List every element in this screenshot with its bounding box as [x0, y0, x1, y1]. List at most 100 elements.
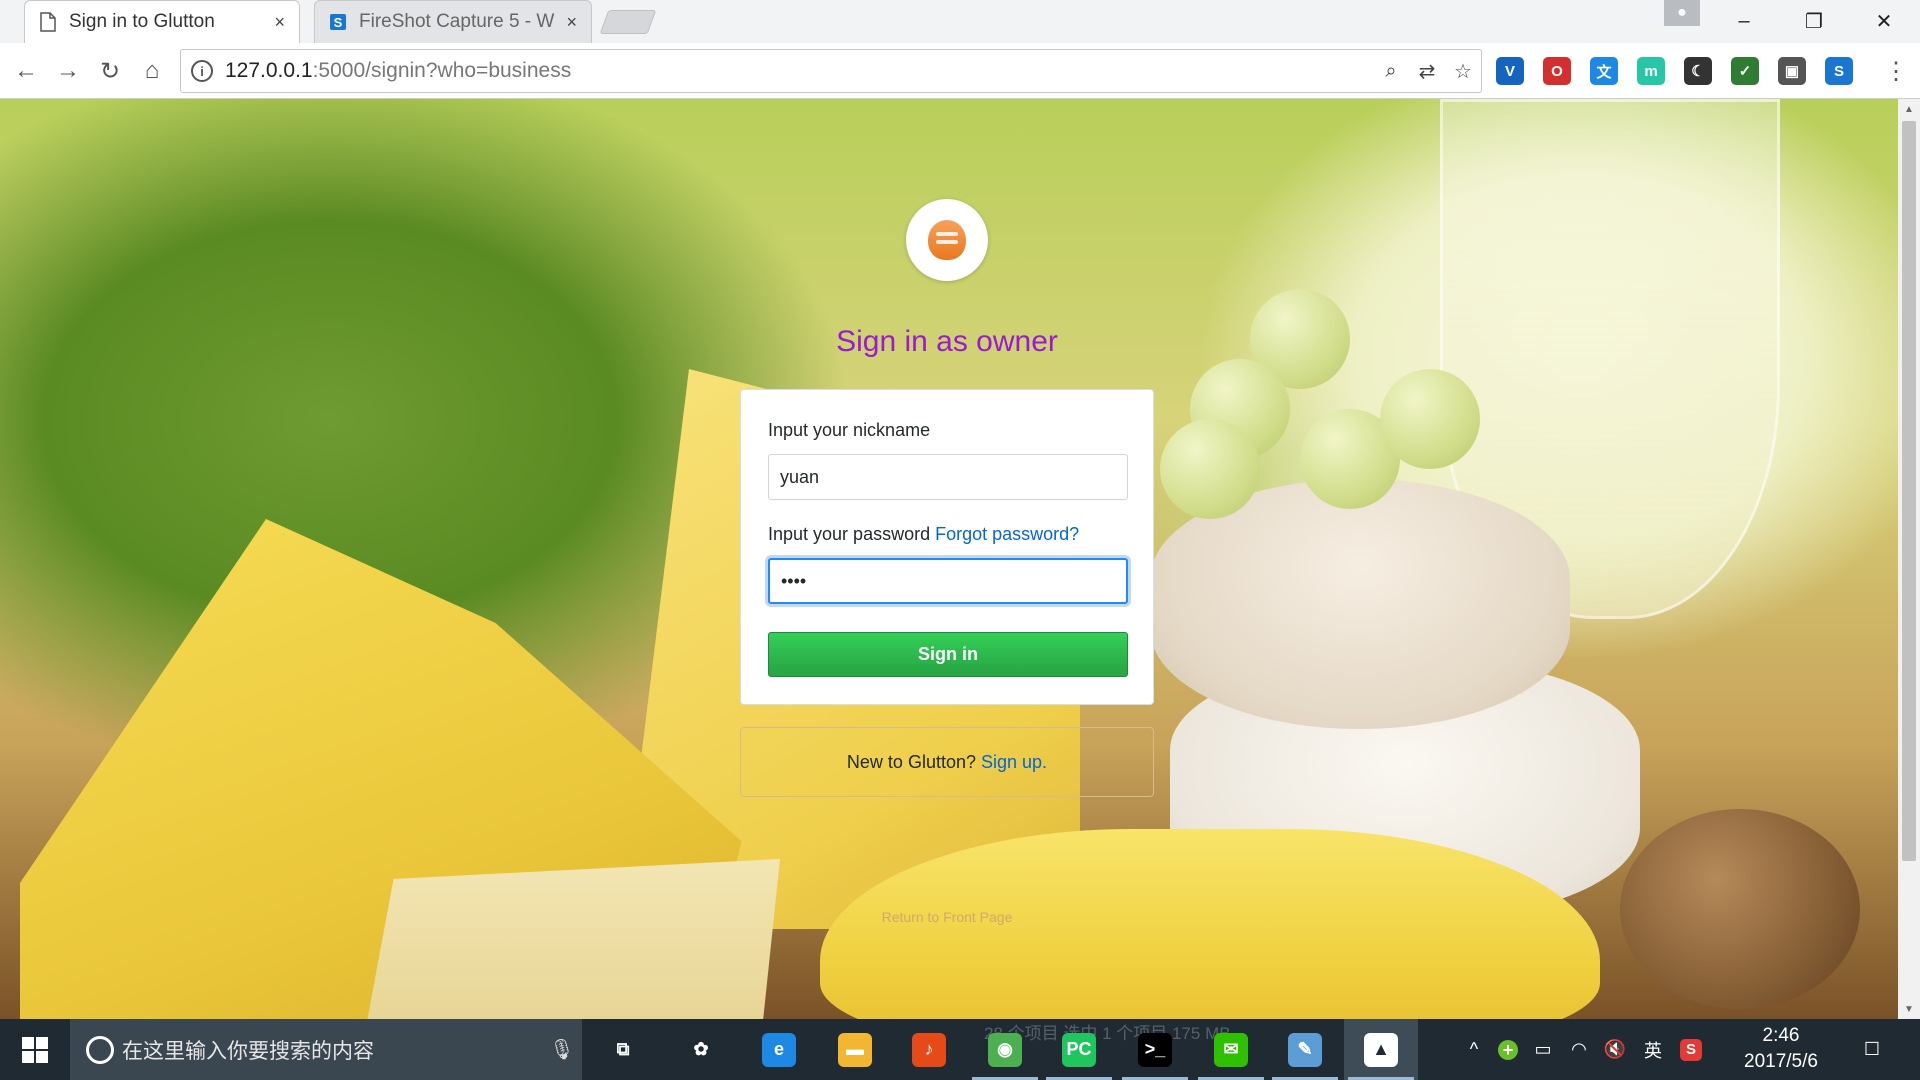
clock-time: 2:46	[1762, 1025, 1800, 1046]
s-extension-icon[interactable]: S	[1825, 57, 1853, 85]
translate-icon[interactable]: ⇄	[1409, 59, 1445, 84]
dark-mode-icon[interactable]: ☾	[1684, 57, 1712, 85]
edge-icon[interactable]: e	[742, 1019, 816, 1080]
pycharm-icon[interactable]: PC	[1042, 1019, 1116, 1080]
shield-extension-icon[interactable]: ✓	[1731, 57, 1759, 85]
new-tab-button[interactable]	[599, 10, 657, 34]
translate-extension-icon[interactable]: 文	[1590, 57, 1618, 85]
restore-button[interactable]: ❐	[1784, 0, 1844, 43]
forgot-password-link[interactable]: Forgot password?	[935, 524, 1079, 544]
return-front-page-link[interactable]: Return to Front Page	[860, 909, 1034, 925]
fireshot-icon: S	[330, 14, 346, 30]
file-explorer-glyph: ▬	[838, 1032, 872, 1067]
windows-logo-icon	[22, 1036, 48, 1063]
sign-up-link[interactable]: Sign up.	[981, 752, 1047, 773]
task-view-glyph: ⧉	[616, 1039, 630, 1059]
search-placeholder: 在这里输入你要搜索的内容	[122, 1039, 374, 1063]
profile-icon[interactable]: ●	[1664, 0, 1700, 26]
sogou-icon[interactable]: S	[1676, 1019, 1706, 1080]
terminal-icon[interactable]: >_	[1118, 1019, 1192, 1080]
bookmark-star-icon[interactable]: ☆	[1445, 59, 1481, 84]
m-extension-icon[interactable]: m	[1637, 57, 1665, 85]
pycharm-glyph: PC	[1062, 1032, 1096, 1067]
site-info-icon[interactable]: i	[191, 60, 213, 82]
glutton-logo	[906, 199, 988, 281]
browser-toolbar: ← → ↻ ⌂ i 127.0.0.1:5000/signin?who=busi…	[0, 43, 1920, 99]
volume-muted-icon[interactable]: 🔇	[1600, 1019, 1630, 1080]
grape-image	[1160, 419, 1260, 519]
chrome-glyph: ◉	[988, 1032, 1022, 1067]
microphone-icon[interactable]: 🎙	[542, 1037, 582, 1062]
walnut-image	[1620, 809, 1860, 1009]
forward-arrow-icon[interactable]: →	[50, 53, 86, 89]
password-input[interactable]	[768, 558, 1128, 604]
url-host: 127.0.0.1	[225, 59, 313, 82]
page-viewport: Sign in as owner Input your nickname Inp…	[0, 99, 1898, 1019]
terminal-glyph: >_	[1138, 1032, 1172, 1067]
reload-icon[interactable]: ↻	[92, 53, 128, 89]
nickname-input[interactable]	[768, 454, 1128, 500]
svg-text:S: S	[334, 15, 343, 30]
notepad-icon[interactable]: ✎	[1268, 1019, 1342, 1080]
close-window-button[interactable]: ✕	[1854, 0, 1914, 43]
home-icon[interactable]: ⌂	[134, 53, 170, 89]
cortana-icon	[86, 1035, 114, 1064]
browser-titlebar: Sign in to Glutton × S FireShot Capture …	[0, 0, 1920, 43]
file-explorer-icon[interactable]: ▬	[818, 1019, 892, 1080]
wechat-icon[interactable]: ✉	[1194, 1019, 1268, 1080]
url-path: :5000/signin?who=business	[312, 59, 572, 82]
back-arrow-icon[interactable]: ←	[8, 53, 44, 89]
notepad-glyph: ✎	[1288, 1032, 1322, 1067]
close-tab-icon[interactable]: ×	[566, 12, 577, 33]
minimize-button[interactable]: –	[1714, 0, 1774, 43]
music-app-icon[interactable]: ♪	[892, 1019, 966, 1080]
music-app-glyph: ♪	[912, 1032, 946, 1067]
sign-in-button[interactable]: Sign in	[768, 632, 1128, 677]
chrome-icon[interactable]: ◉	[968, 1019, 1042, 1080]
password-label: Input your password	[768, 524, 931, 544]
task-view-icon[interactable]: ⧉	[586, 1019, 660, 1080]
signup-callout: New to Glutton? Sign up.	[740, 727, 1154, 797]
wifi-icon[interactable]: ◠	[1564, 1019, 1594, 1080]
page-icon	[40, 12, 56, 32]
password-label-row: Input your password Forgot password?	[768, 524, 1079, 545]
parmesan-image	[360, 859, 780, 1019]
clock-date: 2017/5/6	[1744, 1051, 1818, 1072]
signin-form: Input your nickname Input your password …	[740, 389, 1154, 705]
app-swirl-glyph: ✿	[693, 1039, 709, 1059]
tab-sign-in[interactable]: Sign in to Glutton ×	[24, 0, 300, 43]
photos-glyph: ▲	[1364, 1032, 1398, 1067]
close-tab-icon[interactable]: ×	[274, 12, 285, 33]
tab-fireshot[interactable]: S FireShot Capture 5 - W ×	[314, 0, 592, 43]
tab-title: Sign in to Glutton	[69, 11, 215, 32]
vertical-scrollbar[interactable]: ▲ ▼	[1898, 99, 1920, 1019]
robot-extension-icon[interactable]: ▣	[1778, 57, 1806, 85]
windows-taskbar: 在这里输入你要搜索的内容 🎙 28 个项目 选中 1 个项目 175 MB ⧉ ✿…	[0, 1019, 1920, 1080]
input-method-indicator[interactable]: 英	[1638, 1019, 1668, 1080]
app-swirl-icon[interactable]: ✿	[664, 1019, 738, 1080]
page-title: Sign in as owner	[836, 325, 1058, 358]
signup-prompt: New to Glutton?	[846, 751, 976, 772]
nickname-label: Input your nickname	[768, 420, 931, 440]
drumstick-icon	[928, 220, 966, 260]
scroll-down-icon[interactable]: ▼	[1898, 999, 1920, 1019]
v-extension-icon[interactable]: V	[1496, 57, 1524, 85]
tab-title: FireShot Capture 5 - W	[359, 11, 555, 32]
show-hidden-icons[interactable]: ^	[1460, 1019, 1488, 1080]
photos-icon[interactable]: ▲	[1344, 1019, 1418, 1080]
menu-icon[interactable]: ⋮	[1878, 53, 1914, 89]
wechat-glyph: ✉	[1214, 1032, 1248, 1067]
url-text[interactable]: 127.0.0.1:5000/signin?who=business	[225, 59, 1373, 83]
notifications-icon[interactable]: ☐	[1850, 1019, 1894, 1080]
green-plus-icon[interactable]: +	[1494, 1019, 1522, 1080]
taskbar-clock[interactable]: 2:46 2017/5/6	[1716, 1023, 1846, 1075]
start-button[interactable]	[0, 1019, 70, 1080]
address-bar[interactable]: i 127.0.0.1:5000/signin?who=business ⌕ ⇄…	[180, 49, 1482, 93]
taskbar-search[interactable]: 在这里输入你要搜索的内容 🎙	[70, 1019, 582, 1080]
scroll-up-icon[interactable]: ▲	[1898, 99, 1920, 119]
zoom-icon[interactable]: ⌕	[1373, 60, 1409, 83]
battery-icon[interactable]: ▭	[1528, 1019, 1558, 1080]
opera-icon[interactable]: O	[1543, 57, 1571, 85]
scrollbar-thumb[interactable]	[1902, 121, 1916, 861]
edge-glyph: e	[762, 1032, 796, 1067]
